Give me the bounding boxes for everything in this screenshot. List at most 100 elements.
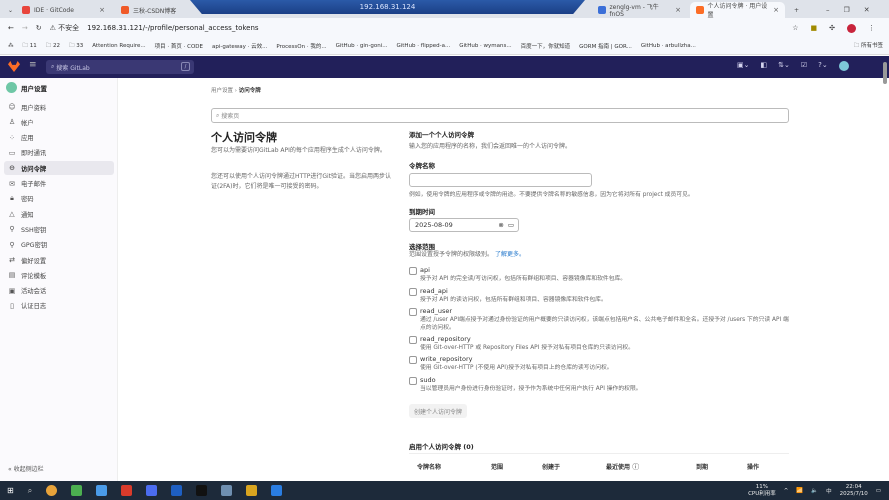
sidebar-item-label: 应用 <box>21 135 34 143</box>
page-search-input[interactable]: ⌕ 搜索页 <box>211 108 789 123</box>
remote-desktop-icon[interactable] <box>221 485 233 496</box>
bookmark[interactable]: ProcessOn · 我的... <box>276 42 326 50</box>
minimize-icon[interactable]: – <box>826 6 830 14</box>
tab-gitlab-tokens[interactable]: 个人访问令牌 · 用户设置 × <box>690 2 785 19</box>
sidebar-item[interactable]: ▭ 即时通讯 <box>4 146 114 160</box>
app-icon[interactable] <box>246 485 258 496</box>
scrollbar[interactable] <box>883 62 887 84</box>
scope-checkbox-sudo[interactable] <box>409 377 417 385</box>
close-icon[interactable]: × <box>99 6 105 14</box>
sidebar-item[interactable]: ▣ 活动会话 <box>4 284 114 298</box>
sidebar-item[interactable]: ✉ 电子邮件 <box>4 177 114 191</box>
sidebar-item[interactable]: ⊖ 访问令牌 <box>4 161 114 176</box>
capcut-icon[interactable] <box>196 485 208 496</box>
extension-icon[interactable]: ■ <box>811 24 818 33</box>
calendar-icon[interactable]: ▭ <box>508 221 514 229</box>
apps-icon[interactable]: ⁂ <box>8 43 14 49</box>
gitlab-logo[interactable] <box>8 61 20 72</box>
insecure-badge[interactable]: ⚠ 不安全 <box>50 23 80 33</box>
scope-checkbox-api[interactable] <box>409 267 417 275</box>
tab-csdn[interactable]: 三秋-CSDN博客 <box>115 2 195 18</box>
sidebar-item[interactable]: ▤ 评论模板 <box>4 268 114 282</box>
profile-avatar[interactable] <box>847 23 856 33</box>
tab-gitcode[interactable]: IDE · GitCode × <box>16 2 111 18</box>
close-icon[interactable]: × <box>675 6 681 14</box>
star-icon[interactable]: ☆ <box>792 24 798 33</box>
create-new-icon[interactable]: ▣⌄ <box>737 61 749 71</box>
menu-icon[interactable]: ⋮ <box>868 24 875 33</box>
bookmark[interactable]: 项目 · 首页 · CODE <box>155 42 203 50</box>
clock[interactable]: 22:04 2025/7/10 <box>840 484 868 498</box>
app-icon[interactable] <box>171 485 183 496</box>
sidebar-item[interactable]: ⚲ GPG密钥 <box>4 238 114 252</box>
bookmark[interactable]: GORM 指南 | GOR... <box>579 42 632 50</box>
token-name-input[interactable] <box>409 173 592 187</box>
scope-checkbox-read_user[interactable] <box>409 308 417 316</box>
all-bookmarks[interactable]: 🗀 所有书签 <box>854 41 883 51</box>
bookmark-folder[interactable]: 🗀 22 <box>46 42 60 51</box>
forward-icon[interactable]: → <box>22 24 28 32</box>
bookmark-folder[interactable]: 🗀 11 <box>23 42 37 51</box>
app-icon[interactable] <box>96 485 108 496</box>
app-icon[interactable] <box>271 485 283 496</box>
scope-checkbox-read_api[interactable] <box>409 288 417 296</box>
create-token-button[interactable]: 创建个人访问令牌 <box>409 404 468 418</box>
clear-date-icon[interactable]: ⊗ <box>498 221 503 229</box>
sidebar-item[interactable]: ☺ 用户资料 <box>4 100 114 114</box>
windows-start-icon[interactable]: ⊞ <box>7 486 14 495</box>
notifications-icon[interactable]: ▭ <box>876 488 881 494</box>
search-icon[interactable]: ⌕ <box>28 486 32 496</box>
bookmark[interactable]: 百度一下，你就知道 <box>521 42 571 50</box>
bookmark-folder[interactable]: 🗀 33 <box>69 42 83 51</box>
new-tab-button[interactable]: + <box>788 2 805 18</box>
network-icon[interactable]: 📶 <box>796 488 803 494</box>
sidebar-item[interactable]: ⚲ SSH密钥 <box>4 222 114 236</box>
sidebar-item[interactable]: ⁘ 应用 <box>4 131 114 145</box>
bookmark[interactable]: GitHub · arbullzha... <box>641 43 696 49</box>
bookmark[interactable]: api-gateway · 云效... <box>212 42 267 50</box>
todo-icon[interactable]: ☑ <box>801 61 807 71</box>
collapse-sidebar-button[interactable]: « 收起侧边栏 <box>8 464 44 473</box>
bookmark[interactable]: GitHub · wymans... <box>459 43 511 49</box>
tab-search-icon[interactable]: ⌄ <box>2 2 14 18</box>
sidebar-header[interactable]: 用户设置 <box>6 82 47 93</box>
tab-fnos[interactable]: zenglg-vm - 飞牛 fnOS × <box>592 2 687 18</box>
sidebar-item[interactable]: 🔒︎ 密码 <box>4 192 114 206</box>
bookmark[interactable]: GitHub · flipped-a... <box>396 43 450 49</box>
merge-requests-icon[interactable]: ⇅⌄ <box>778 61 790 71</box>
sidebar-item[interactable]: △ 通知 <box>4 207 114 221</box>
issues-icon[interactable]: ◧ <box>760 61 767 71</box>
close-window-icon[interactable]: ✕ <box>864 6 870 14</box>
scope-checkbox-write_repository[interactable] <box>409 356 417 364</box>
restore-icon[interactable]: ❐ <box>844 6 850 14</box>
ai-icon[interactable] <box>146 485 158 496</box>
expiry-date-input[interactable]: 2025-08-09 ⊗ ▭ <box>409 218 519 232</box>
ime-indicator[interactable]: 中 <box>826 487 832 495</box>
chrome-icon[interactable] <box>46 485 58 496</box>
close-icon[interactable]: × <box>773 6 779 14</box>
wps-icon[interactable] <box>121 485 133 496</box>
volume-icon[interactable]: 🔈 <box>811 488 818 494</box>
tray-chevron-icon[interactable]: ^ <box>784 488 789 494</box>
bookmark[interactable]: GitHub · gin-goni... <box>336 43 388 49</box>
sidebar-item[interactable]: ♙ 帐户 <box>4 115 114 129</box>
hamburger-icon[interactable]: ≡ <box>29 60 37 70</box>
help-icon[interactable]: ⓘ <box>632 463 639 471</box>
learn-more-link[interactable]: 了解更多。 <box>495 251 525 258</box>
sidebar-item[interactable]: ⇄ 偏好设置 <box>4 253 114 267</box>
help-icon[interactable]: ?⌄ <box>818 61 828 71</box>
app-icon[interactable] <box>71 485 83 496</box>
user-avatar[interactable] <box>838 61 849 71</box>
bookmark[interactable]: Attention Require... <box>92 43 145 49</box>
window-controls[interactable]: – ❐ ✕ <box>820 2 876 18</box>
gitlab-search-input[interactable]: ⌕ 搜索 GitLab / <box>46 60 194 74</box>
breadcrumb-user-settings[interactable]: 用户设置 <box>211 88 233 94</box>
reload-icon[interactable]: ↻ <box>36 24 42 32</box>
puzzle-icon[interactable]: ✣ <box>829 24 835 33</box>
back-icon[interactable]: ← <box>8 24 14 32</box>
sidebar-item[interactable]: ▯ 认证日志 <box>4 299 114 313</box>
scope-checkbox-read_repository[interactable] <box>409 336 417 344</box>
cpu-usage[interactable]: 11% CPU利用率 <box>748 484 776 498</box>
breadcrumb-access-tokens[interactable]: 访问令牌 <box>239 88 261 94</box>
url-field[interactable]: 192.168.31.121/-/profile/personal_access… <box>87 24 258 32</box>
